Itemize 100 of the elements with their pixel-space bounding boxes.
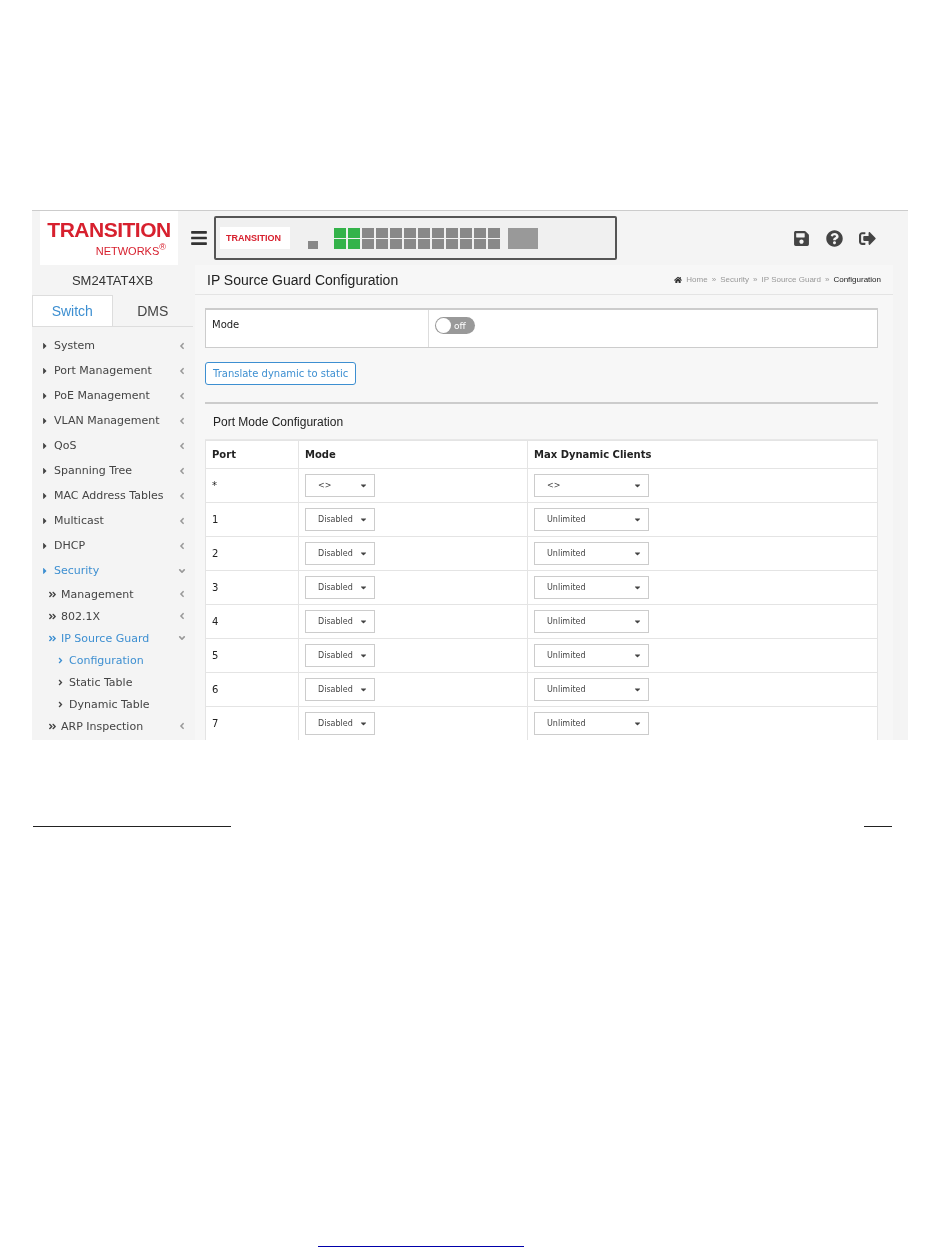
port-cell: 5: [205, 638, 299, 673]
chevron-icon: [56, 677, 65, 687]
caret-down-icon: [359, 549, 368, 558]
caret-down-icon: [359, 651, 368, 660]
port-icon[interactable]: [376, 228, 388, 238]
help-icon[interactable]: [826, 229, 843, 247]
max-clients-select[interactable]: Unlimited: [534, 576, 649, 599]
sidebar-item[interactable]: ARP Inspection: [32, 715, 193, 737]
mode-label: Mode: [206, 310, 429, 347]
caret-down-icon: [359, 481, 368, 490]
port-icon[interactable]: [432, 239, 444, 249]
sidebar-item[interactable]: QoS: [32, 433, 193, 458]
chevron-left-icon: [177, 589, 187, 599]
port-cell: 4: [205, 604, 299, 639]
mode-select[interactable]: Disabled: [305, 678, 375, 701]
port-icon[interactable]: [348, 228, 360, 238]
sidebar-item[interactable]: MAC Address Tables: [32, 483, 193, 508]
caret-down-icon: [633, 685, 642, 694]
sidebar-item[interactable]: System: [32, 333, 193, 358]
max-clients-select[interactable]: Unlimited: [534, 712, 649, 735]
mode-select[interactable]: Disabled: [305, 576, 375, 599]
max-clients-select[interactable]: <>: [534, 474, 649, 497]
sidebar-item[interactable]: PoE Management: [32, 383, 193, 408]
max-clients-select[interactable]: Unlimited: [534, 610, 649, 633]
sfp-port-icon[interactable]: [508, 228, 538, 249]
sidebar-item[interactable]: VLAN Management: [32, 408, 193, 433]
chevron-left-icon: [177, 611, 187, 621]
table-title: Port Mode Configuration: [205, 404, 878, 440]
mode-select[interactable]: Disabled: [305, 610, 375, 633]
port-icon[interactable]: [404, 239, 416, 249]
chevron-icon: [56, 655, 65, 665]
mode-select[interactable]: <>: [305, 474, 375, 497]
port-icon[interactable]: [432, 228, 444, 238]
max-clients-select[interactable]: Unlimited: [534, 508, 649, 531]
chevron-left-icon: [177, 340, 187, 351]
double-chevron-icon: [48, 633, 57, 643]
port-icon[interactable]: [390, 239, 402, 249]
mode-select[interactable]: Disabled: [305, 712, 375, 735]
double-chevron-icon: [48, 721, 57, 731]
column-header: Port: [205, 440, 299, 469]
port-icon[interactable]: [376, 239, 388, 249]
max-clients-select[interactable]: Unlimited: [534, 644, 649, 667]
max-clients-select[interactable]: Unlimited: [534, 542, 649, 565]
mode-select[interactable]: Disabled: [305, 508, 375, 531]
sidebar-item[interactable]: Spanning Tree: [32, 458, 193, 483]
double-chevron-icon: [48, 611, 57, 621]
port-icon[interactable]: [404, 228, 416, 238]
logout-icon[interactable]: [859, 229, 876, 247]
caret-down-icon: [633, 583, 642, 592]
port-icon[interactable]: [446, 228, 458, 238]
port-cell: *: [205, 468, 299, 503]
port-icon[interactable]: [474, 239, 486, 249]
mode-select[interactable]: Disabled: [305, 644, 375, 667]
sidebar-item[interactable]: Management: [32, 583, 193, 605]
save-icon[interactable]: [793, 229, 810, 247]
menu-icon[interactable]: [190, 229, 208, 247]
port-icon[interactable]: [334, 228, 346, 238]
chevron-left-icon: [177, 365, 187, 376]
port-cell: 1: [205, 502, 299, 537]
caret-down-icon: [359, 685, 368, 694]
port-icon[interactable]: [488, 239, 500, 249]
sidebar-item[interactable]: Multicast: [32, 508, 193, 533]
port-icon[interactable]: [334, 239, 346, 249]
chevron-icon: [56, 699, 65, 709]
sidebar-item[interactable]: Port Management: [32, 358, 193, 383]
port-icon[interactable]: [418, 239, 430, 249]
translate-button[interactable]: Translate dynamic to static: [205, 362, 357, 385]
port-icon[interactable]: [362, 228, 374, 238]
sidebar-item[interactable]: DHCP: [32, 533, 193, 558]
max-clients-select[interactable]: Unlimited: [534, 678, 649, 701]
caret-down-icon: [633, 719, 642, 728]
double-chevron-icon: [48, 589, 57, 599]
caret-down-icon: [633, 549, 642, 558]
port-icon[interactable]: [460, 239, 472, 249]
device-model: SM24TAT4XB: [70, 271, 155, 290]
mode-select[interactable]: Disabled: [305, 542, 375, 565]
sidebar-item[interactable]: 802.1X: [32, 605, 193, 627]
sidebar-item[interactable]: Static Table: [32, 671, 193, 693]
chevron-down-icon: [177, 633, 187, 643]
tab[interactable]: DMS: [112, 295, 193, 326]
port-icon[interactable]: [348, 239, 360, 249]
logo-subtitle: NETWORKS$^{®}$: [95, 241, 166, 257]
port-icon[interactable]: [474, 228, 486, 238]
port-icon[interactable]: [446, 239, 458, 249]
port-cell: 7: [205, 706, 299, 740]
chevron-left-icon: [177, 490, 187, 501]
port-cell: 2: [205, 536, 299, 571]
port-icon[interactable]: [362, 239, 374, 249]
breadcrumb-item: Configuration: [833, 275, 881, 284]
chevron-left-icon: [177, 415, 187, 426]
tab[interactable]: Switch: [32, 295, 113, 326]
caret-down-icon: [359, 719, 368, 728]
port-icon[interactable]: [418, 228, 430, 238]
port-cell: 3: [205, 570, 299, 605]
sidebar-item[interactable]: Dynamic Table: [32, 693, 193, 715]
port-icon[interactable]: [460, 228, 472, 238]
port-icon[interactable]: [390, 228, 402, 238]
panel-logo: TRANSITION: [220, 227, 290, 249]
caret-down-icon: [359, 617, 368, 626]
port-icon[interactable]: [488, 228, 500, 238]
